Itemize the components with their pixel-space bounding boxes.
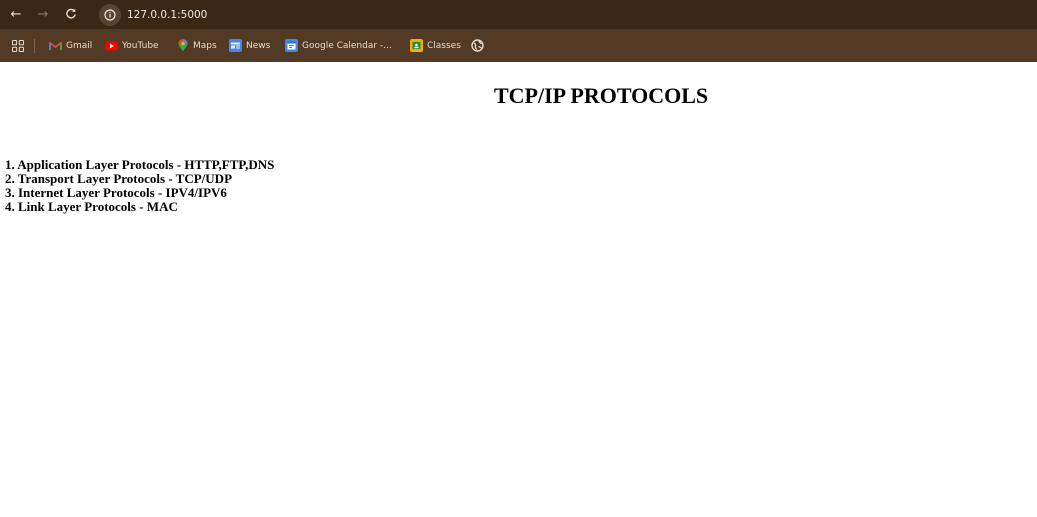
bookmark-label: YouTube <box>122 40 159 51</box>
page-title: TCP/IP PROTOCOLS <box>494 83 709 108</box>
bookmark-label: Gmail <box>66 40 93 51</box>
news-icon <box>229 39 242 52</box>
bookmark-youtube[interactable]: YouTube <box>105 37 159 54</box>
apps-button[interactable] <box>12 37 24 54</box>
apps-grid-icon <box>12 39 24 52</box>
browser-toolbar: ← → 127.0.0.1:5000 <box>0 0 1037 29</box>
maps-pin-icon <box>176 39 189 52</box>
gmail-icon <box>49 39 62 52</box>
bookmark-maps[interactable]: Maps <box>176 37 217 54</box>
url-text[interactable]: 127.0.0.1:5000 <box>127 9 207 21</box>
back-button[interactable]: ← <box>6 4 26 24</box>
back-arrow-icon: ← <box>10 6 22 22</box>
browser-chrome: ← → 127.0.0.1:5000 Gmail YouTube Maps Ne… <box>0 0 1037 62</box>
list-item: 1. Application Layer Protocols - HTTP,FT… <box>5 157 275 172</box>
bookmark-globe[interactable] <box>471 37 488 54</box>
bookmark-classes[interactable]: Classes <box>410 37 461 54</box>
bookmark-label: Google Calendar -... <box>302 40 392 51</box>
classes-icon <box>410 39 423 52</box>
bookmark-google-calendar[interactable]: Google Calendar -... <box>285 37 392 54</box>
bookmark-label: Maps <box>193 40 217 51</box>
bookmark-label: News <box>246 40 271 51</box>
calendar-icon <box>285 39 298 52</box>
list-item: 2. Transport Layer Protocols - TCP/UDP <box>5 171 233 186</box>
page-content: TCP/IP PROTOCOLS 1. Application Layer Pr… <box>0 62 1037 517</box>
list-item: 3. Internet Layer Protocols - IPV4/IPV6 <box>5 185 227 200</box>
reload-icon <box>66 8 76 19</box>
bookmarks-bar: Gmail YouTube Maps News Google Calendar … <box>0 29 1037 62</box>
bookmarks-separator <box>34 39 35 53</box>
globe-icon <box>471 39 484 52</box>
list-item: 4. Link Layer Protocols - MAC <box>5 199 178 214</box>
bookmark-news[interactable]: News <box>229 37 270 54</box>
bookmark-gmail[interactable]: Gmail <box>49 37 92 54</box>
youtube-icon <box>105 39 118 52</box>
bookmark-label: Classes <box>427 40 461 51</box>
site-info-button[interactable] <box>99 3 121 26</box>
forward-button[interactable]: → <box>33 4 53 24</box>
forward-arrow-icon: → <box>37 6 49 22</box>
address-bar[interactable]: 127.0.0.1:5000 <box>95 3 1035 26</box>
reload-button[interactable] <box>61 4 81 24</box>
protocol-list: 1. Application Layer Protocols - HTTP,FT… <box>5 158 274 214</box>
info-icon <box>104 8 116 21</box>
